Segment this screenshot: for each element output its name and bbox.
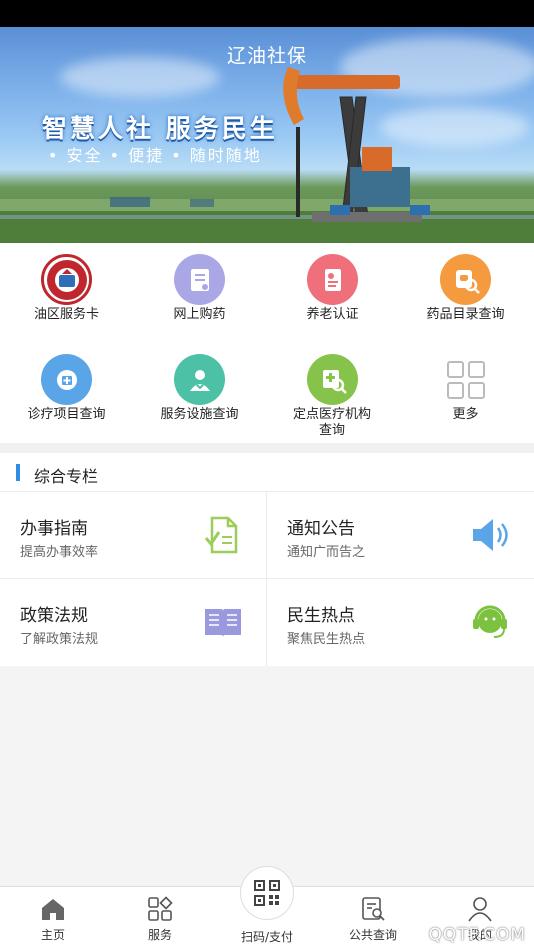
grid-label: 服务设施查询 (160, 407, 239, 422)
card-subtitle: 聚焦民生热点 (287, 632, 366, 647)
drug-catalog-icon (440, 254, 491, 305)
grid-label: 网上购药 (173, 307, 226, 322)
section-accent-bar (16, 464, 20, 481)
grid-item-service-card[interactable]: 油区服务卡 (0, 243, 133, 343)
status-bar (0, 0, 534, 27)
banner-tagline: • 安全 • 便捷 • 随时随地 (48, 146, 262, 165)
grid-label: 油区服务卡 (33, 307, 99, 322)
more-grid-icon (440, 354, 491, 405)
grid-item-medical-institution[interactable]: 定点医疗机构查询 (266, 343, 399, 443)
scan-pay-button[interactable] (240, 866, 294, 920)
tab-label: 服务 (147, 928, 172, 942)
card-subtitle: 了解政策法规 (20, 632, 99, 647)
facility-query-icon (174, 354, 225, 405)
walking-beam (290, 75, 400, 89)
divider (0, 443, 534, 453)
card-hotspot[interactable]: 民生热点 聚焦民生热点 (267, 579, 533, 666)
grid-label: 药品目录查询 (426, 307, 505, 322)
grid-label: 更多 (452, 407, 479, 422)
column-cards: 办事指南 提高办事效率 通知公告 通知广而告之 政策法规 了解政策法规 民生热点… (0, 492, 534, 666)
home-icon (42, 899, 64, 920)
card-title: 通知公告 (287, 519, 355, 539)
card-policy[interactable]: 政策法规 了解政策法规 (0, 579, 266, 666)
headset-icon (473, 605, 507, 638)
diagnosis-query-icon (41, 354, 92, 405)
profile-icon (468, 897, 492, 922)
book-icon (205, 609, 241, 637)
banner-title: 辽油社保 (226, 45, 307, 67)
card-notice[interactable]: 通知公告 通知广而告之 (267, 492, 533, 579)
grid-label: 养老认证 (306, 307, 359, 322)
grid-item-drug-catalog[interactable]: 药品目录查询 (399, 243, 532, 343)
grid-item-online-pharmacy[interactable]: 网上购药 (133, 243, 266, 343)
public-query-icon (362, 897, 385, 921)
tab-public-query[interactable]: 公共查询 (320, 887, 426, 949)
function-grid: 油区服务卡 网上购药 养老认证 药品目录查询 诊疗项目查询 服务设施查询 定点医… (0, 243, 534, 443)
tab-home[interactable]: 主页 (0, 887, 106, 949)
grid-label: 诊疗项目查询 (27, 407, 106, 422)
tab-services[interactable]: 服务 (107, 887, 213, 949)
online-pharmacy-icon (174, 254, 225, 305)
guide-document-icon (204, 516, 238, 554)
grid-item-pension-auth[interactable]: 养老认证 (266, 243, 399, 343)
banner[interactable]: 辽油社保 智慧人社 服务民生 • 安全 • 便捷 • 随时随地 (0, 27, 534, 243)
medical-institution-icon (307, 354, 358, 405)
tab-label: 公共查询 (348, 928, 397, 942)
grid-label: 定点医疗机构查询 (292, 407, 371, 438)
speaker-icon (473, 519, 508, 551)
card-title: 政策法规 (20, 606, 88, 626)
grid-item-facility-query[interactable]: 服务设施查询 (133, 343, 266, 443)
pension-auth-icon (307, 254, 358, 305)
grid-item-more[interactable]: 更多 (399, 343, 532, 443)
watermark: QQTF.COM (428, 925, 526, 945)
card-subtitle: 提高办事效率 (20, 545, 99, 560)
card-subtitle: 通知广而告之 (287, 545, 366, 560)
tab-label: 扫码/支付 (240, 930, 294, 944)
tab-label: 主页 (40, 928, 65, 942)
card-title: 民生热点 (287, 606, 355, 626)
section-title: 综合专栏 (34, 467, 99, 486)
section-header: 综合专栏 (0, 453, 534, 492)
qr-scan-icon (254, 880, 280, 906)
services-icon (148, 896, 173, 921)
banner-slogan: 智慧人社 服务民生 (42, 114, 278, 143)
service-card-icon (41, 254, 92, 305)
card-title: 办事指南 (20, 519, 88, 539)
grid-item-diagnosis-query[interactable]: 诊疗项目查询 (0, 343, 133, 443)
card-guide[interactable]: 办事指南 提高办事效率 (0, 492, 266, 579)
